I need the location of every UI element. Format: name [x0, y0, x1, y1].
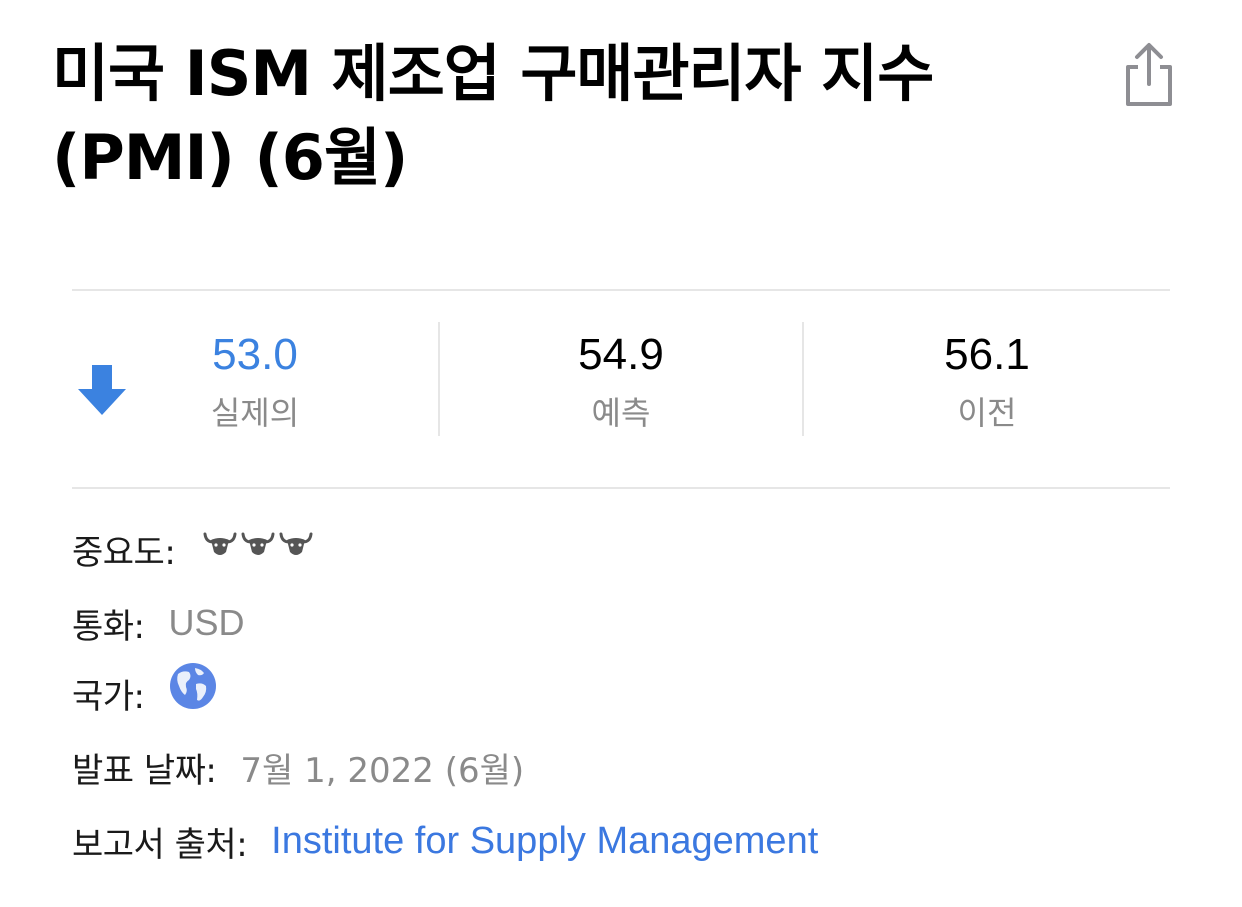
previous-label: 이전 [957, 394, 1017, 432]
currency-label: 통화: [72, 606, 145, 647]
stat-separator [802, 322, 804, 436]
globe-icon [169, 663, 216, 709]
importance-row: 중요도: [72, 524, 313, 574]
stat-separator [438, 322, 440, 436]
forecast-stat: 54.9 예측 [471, 326, 771, 438]
previous-stat: 56.1 이전 [837, 326, 1137, 438]
forecast-value: 54.9 [578, 330, 664, 379]
release-date-label: 발표 날짜: [72, 750, 217, 791]
bull-icon [241, 532, 275, 555]
importance-rating [203, 530, 313, 558]
top-divider [72, 289, 1170, 291]
source-row: 보고서 출처: Institute for Supply Management [72, 816, 818, 866]
forecast-label: 예측 [591, 394, 651, 432]
share-button[interactable] [1118, 40, 1180, 110]
actual-stat: 53.0 실제의 [105, 326, 405, 438]
bull-icon [203, 532, 237, 555]
source-label: 보고서 출처: [72, 824, 248, 865]
actual-label: 실제의 [210, 394, 300, 432]
importance-label: 중요도: [72, 532, 176, 573]
source-link[interactable]: Institute for Supply Management [271, 820, 818, 863]
currency-row: 통화: USD [72, 598, 245, 648]
page-title: 미국 ISM 제조업 구매관리자 지수 (PMI) (6월) [52, 37, 934, 194]
previous-value: 56.1 [944, 330, 1030, 379]
release-date-row: 발표 날짜: 7월 1, 2022 (6월) [72, 742, 524, 792]
bull-icon [279, 532, 313, 555]
actual-value: 53.0 [212, 330, 298, 379]
share-icon [1126, 43, 1172, 106]
country-row: 국가: [72, 663, 217, 718]
bottom-divider [72, 487, 1170, 489]
release-date-value: 7월 1, 2022 (6월) [240, 750, 525, 791]
country-label: 국가: [72, 676, 145, 717]
currency-value: USD [168, 602, 245, 643]
